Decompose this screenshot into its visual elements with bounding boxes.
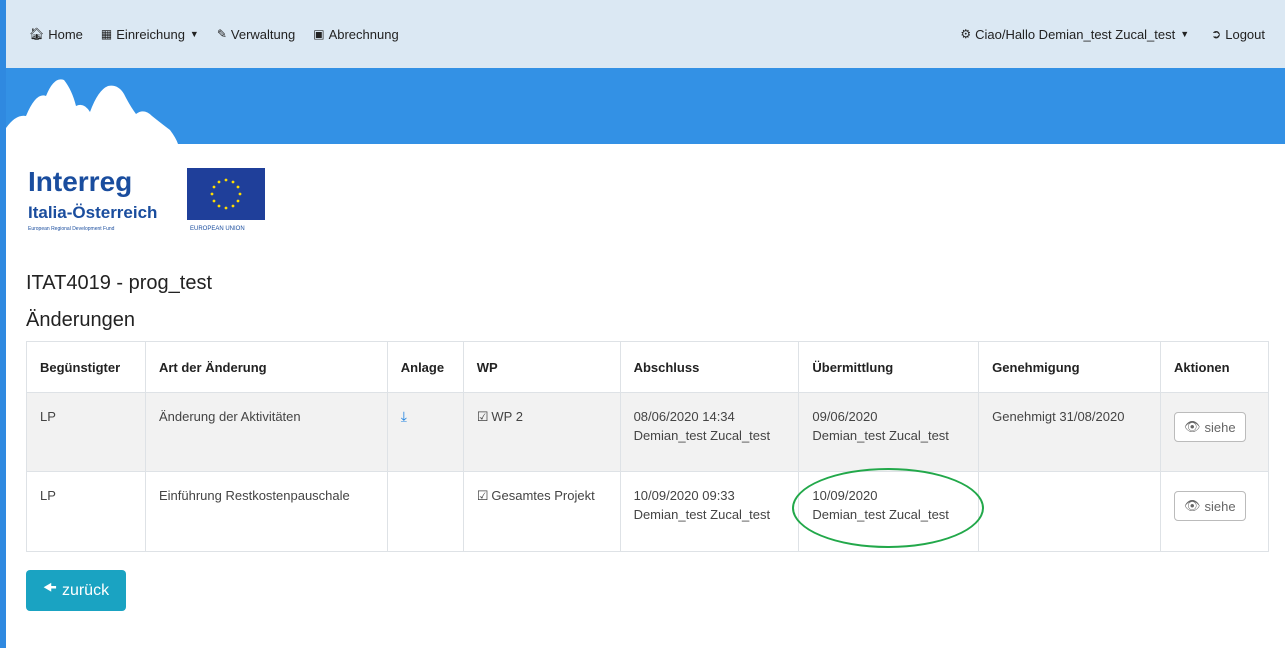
view-button-label: siehe [1204, 498, 1236, 514]
header-wp: WP [462, 341, 621, 393]
home-icon: 🏠︎ [29, 27, 45, 41]
user-menu[interactable]: ⚙ Ciao/Hallo Demian_test Zucal_test ▼ [960, 27, 1189, 42]
completion-date: 08/06/2020 14:34 [633, 409, 735, 424]
cell-attachment: ⤓ [386, 392, 464, 472]
header-beneficiary: Begünstigter [26, 341, 146, 393]
cell-transmission: 09/06/2020 Demian_test Zucal_test [798, 392, 980, 472]
nav-einreichung-label: Einreichung [116, 26, 185, 42]
cell-completion: 10/09/2020 09:33 Demian_test Zucal_test [619, 471, 800, 552]
transmission-date: 09/06/2020 [812, 409, 878, 424]
cell-actions: 👁︎ siehe [1159, 392, 1270, 472]
cell-beneficiary: LP [26, 392, 146, 472]
logout-icon: ➲ [1211, 27, 1222, 41]
page-title: ITAT4019 - prog_test [26, 272, 213, 294]
nav-right-group: ⚙ Ciao/Hallo Demian_test Zucal_test ▼ ➲ … [938, 0, 1265, 68]
table-header-row: Begünstigter Art der Änderung Anlage WP … [26, 341, 1270, 393]
nav-left-group: 🏠︎ Home ▦ Einreichung ▼ ✎ Verwaltung ▣ A… [29, 0, 417, 68]
transmission-date: 10/09/2020 [812, 488, 878, 503]
cell-change-type: Einführung Restkostenpauschale [144, 471, 388, 552]
cell-transmission: 10/09/2020 Demian_test Zucal_test [798, 471, 980, 552]
nav-einreichung[interactable]: ▦ Einreichung ▼ [101, 27, 199, 42]
logout-link[interactable]: ➲ Logout [1211, 27, 1265, 42]
transmission-user: Demian_test Zucal_test [812, 428, 949, 443]
changes-table: Begünstigter Art der Änderung Anlage WP … [26, 341, 1270, 552]
caret-down-icon: ▼ [1180, 29, 1190, 39]
transmission-user: Demian_test Zucal_test [812, 507, 949, 522]
cell-wp: ☑ WP 2 [462, 392, 621, 472]
back-button-label: zurück [61, 581, 110, 599]
interreg-logo-image: Interreg Italia-Österreich European Regi… [28, 166, 265, 232]
logo-brand-text: Interreg [28, 166, 132, 197]
nav-home[interactable]: 🏠︎ Home [29, 27, 83, 42]
money-icon: ▣ [313, 27, 325, 41]
pencil-icon: ✎ [216, 27, 227, 41]
nav-verwaltung-label: Verwaltung [230, 26, 296, 42]
header-transmission: Übermittlung [798, 341, 980, 393]
view-button[interactable]: 👁︎ siehe [1173, 412, 1246, 442]
wp-label: WP 2 [491, 409, 523, 424]
cell-wp: ☑ Gesamtes Projekt [462, 471, 621, 552]
nav-abrechnung-label: Abrechnung [328, 26, 399, 42]
wp-label: Gesamtes Projekt [491, 488, 595, 503]
logo-fund-text: European Regional Development Fund [28, 226, 115, 232]
logo-eu-text: EUROPEAN UNION [190, 226, 245, 232]
cell-actions: 👁︎ siehe [1159, 471, 1270, 552]
header-change-type: Art der Änderung [144, 341, 388, 393]
section-title: Änderungen [26, 309, 135, 331]
eye-icon: 👁︎ [1183, 419, 1201, 434]
cell-attachment [386, 471, 464, 552]
arrow-left-icon: 🠜 [42, 580, 57, 597]
interreg-logo: Interreg Italia-Österreich European Regi… [26, 166, 286, 236]
completion-user: Demian_test Zucal_test [633, 428, 771, 443]
document-icon: ▦ [100, 27, 113, 41]
gear-icon: ⚙ [960, 27, 972, 41]
cell-approval: Genehmigt 31/08/2020 [978, 392, 1161, 472]
cell-approval [978, 471, 1161, 552]
nav-abrechnung[interactable]: ▣ Abrechnung [313, 27, 398, 42]
view-button[interactable]: 👁︎ siehe [1173, 491, 1246, 521]
header-completion: Abschluss [619, 341, 800, 393]
caret-down-icon: ▼ [189, 29, 199, 39]
eye-icon: 👁︎ [1183, 498, 1201, 513]
cell-completion: 08/06/2020 14:34 Demian_test Zucal_test [619, 392, 800, 472]
download-icon[interactable]: ⤓ [401, 408, 407, 424]
header-attachment: Anlage [386, 341, 464, 393]
completion-date: 10/09/2020 09:33 [633, 488, 735, 503]
cell-change-type: Änderung der Aktivitäten [144, 392, 388, 472]
view-button-label: siehe [1204, 419, 1236, 435]
nav-home-label: Home [48, 26, 83, 42]
user-menu-label: Ciao/Hallo Demian_test Zucal_test [975, 26, 1176, 42]
mountain-silhouette [6, 79, 178, 144]
header-approval: Genehmigung [978, 341, 1161, 393]
nav-verwaltung[interactable]: ✎ Verwaltung [217, 27, 295, 42]
checkbox-checked-icon: ☑ [476, 409, 489, 424]
top-navbar: 🏠︎ Home ▦ Einreichung ▼ ✎ Verwaltung ▣ A… [6, 0, 1285, 68]
header-actions: Aktionen [1159, 341, 1270, 393]
completion-user: Demian_test Zucal_test [633, 507, 771, 522]
logout-label: Logout [1225, 26, 1265, 42]
logo-program-text: Italia-Österreich [28, 203, 157, 222]
back-button[interactable]: 🠜 zurück [26, 570, 126, 611]
checkbox-checked-icon: ☑ [476, 488, 489, 503]
table-row: LP Änderung der Aktivitäten ⤓ ☑ WP 2 08/0… [26, 392, 1270, 472]
eu-flag-icon [187, 168, 265, 220]
table-row: LP Einführung Restkostenpauschale ☑ Gesam… [26, 471, 1270, 552]
header-banner [6, 68, 1285, 144]
cell-beneficiary: LP [26, 471, 146, 552]
